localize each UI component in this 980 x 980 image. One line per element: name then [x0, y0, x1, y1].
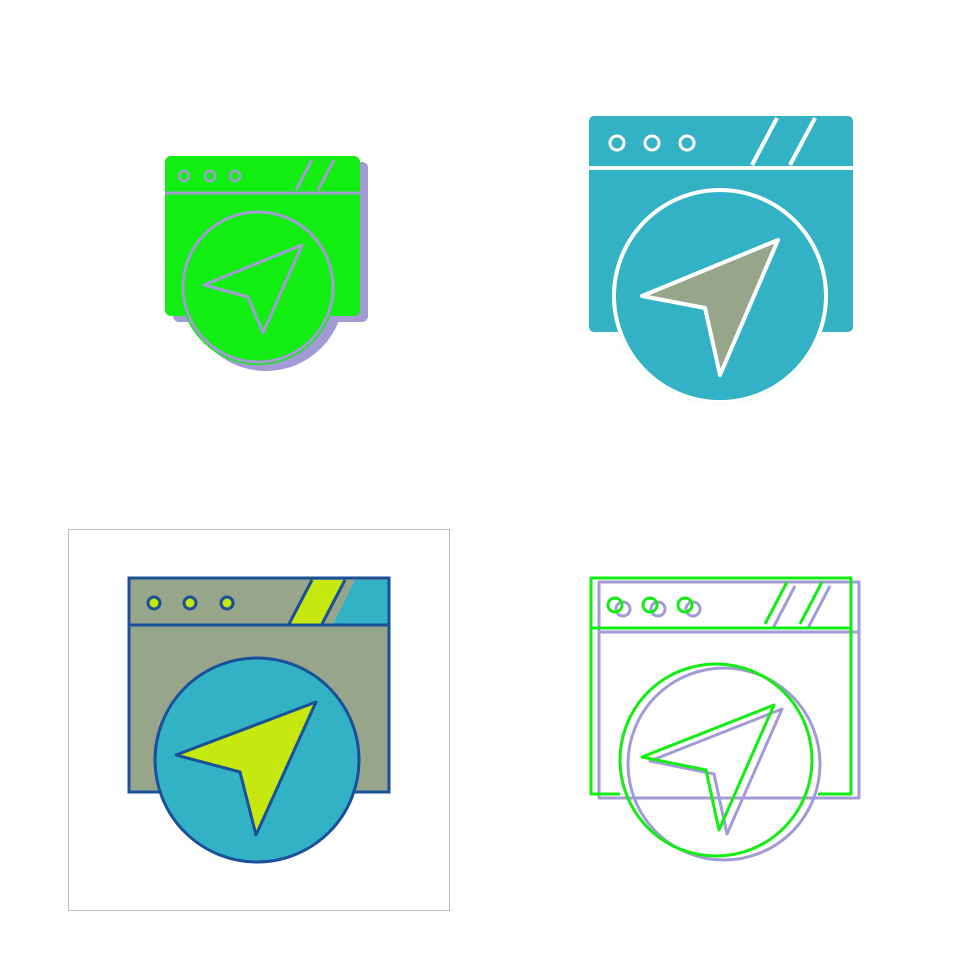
browser-navigation-icon-line [580, 565, 870, 875]
browser-navigation-icon-solid [580, 105, 860, 410]
browser-navigation-icon-filled-outline [68, 529, 450, 911]
browser-navigation-icon-glyph [150, 140, 380, 380]
